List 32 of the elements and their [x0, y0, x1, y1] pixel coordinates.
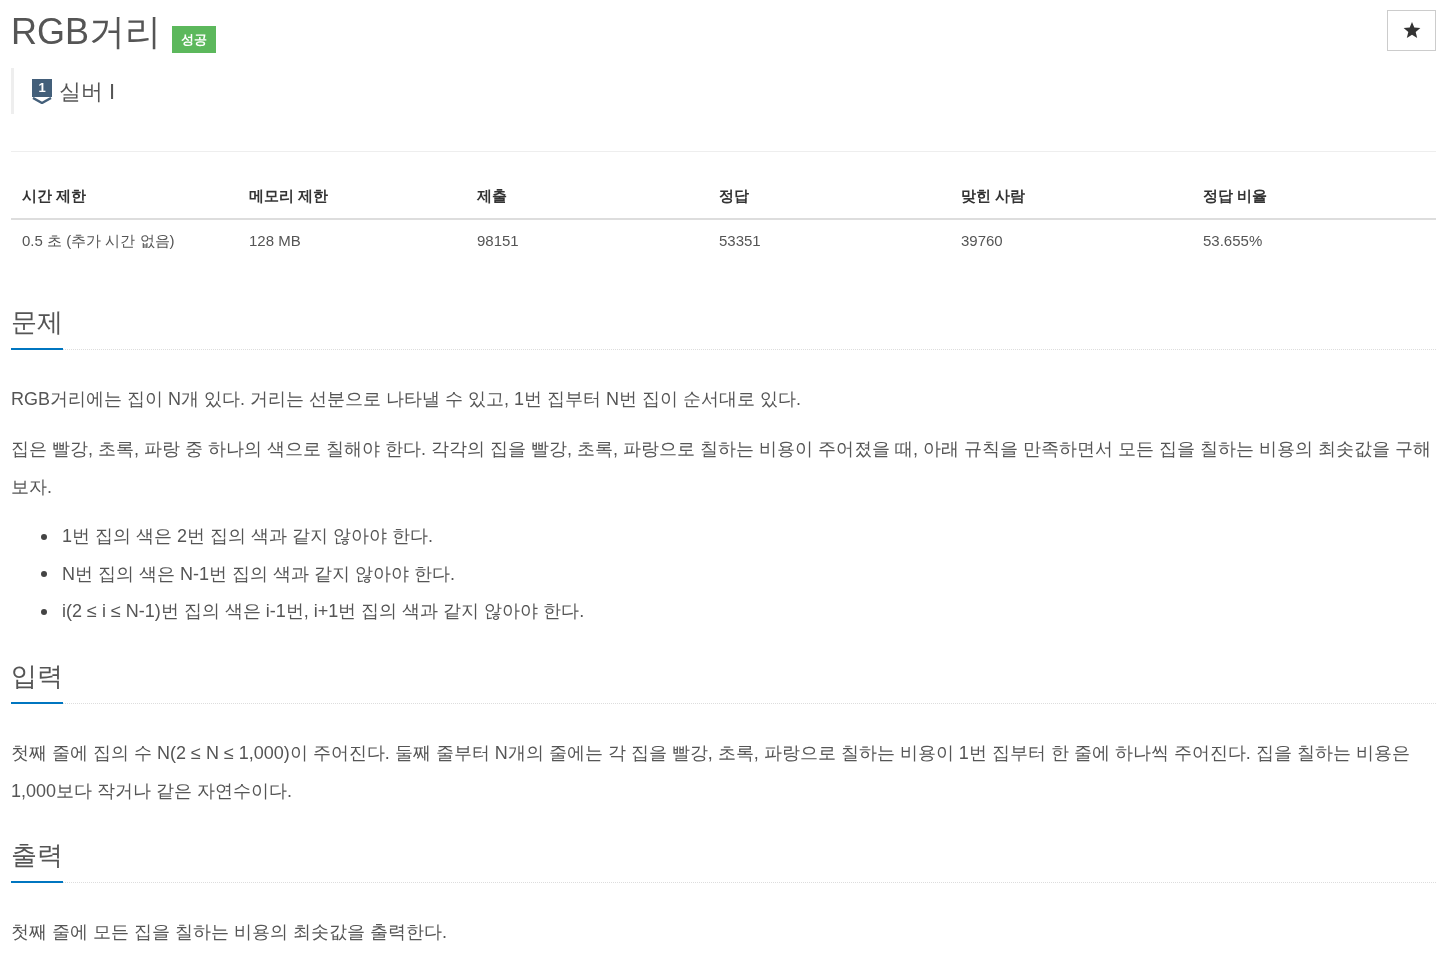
table-cell-text: 53351: [718, 230, 761, 251]
list-item-text: i(2 ≤ i ≤ N-1)번 집의 색은 i-1번, i+1번 집의 색과 같지 않아야 한다.: [62, 600, 585, 624]
paragraph: 첫째 줄에 모든 집을 칠하는 비용의 최솟값을 출력한다.: [11, 920, 448, 944]
tier-number: 1: [32, 78, 52, 97]
column-header: 메모리 제한: [248, 185, 329, 206]
star-button[interactable]: [1387, 10, 1436, 51]
paragraph: RGB거리에는 집이 N개 있다. 거리는 선분으로 나타낼 수 있고, 1번 집부터 N번 집이 순서대로 있다.: [11, 388, 803, 411]
section-heading: 입력: [11, 657, 63, 704]
column-header: 정답: [718, 185, 749, 206]
star-icon: [1402, 22, 1421, 39]
problem-title: RGB거리: [11, 12, 161, 52]
table-cell-text: 128 MB: [248, 230, 301, 251]
bullet-icon: [41, 571, 47, 578]
chevron-icon: [32, 96, 52, 104]
result-badge: 성공: [172, 26, 216, 53]
column-header: 맞힌 사람: [960, 185, 1026, 206]
bullet-icon: [41, 533, 47, 540]
section-heading: 출력: [11, 836, 63, 883]
list-item-text: N번 집의 색은 N-1번 집의 색과 같지 않아야 한다.: [62, 562, 455, 586]
column-header: 정답 비율: [1202, 185, 1268, 206]
column-header: 시간 제한: [21, 185, 87, 206]
column-header: 제출: [476, 185, 507, 206]
paragraph: 첫째 줄에 집의 수 N(2 ≤ N ≤ 1,000)이 주어진다. 둘째 줄부터 N개의 줄에는 각 집을 빨강, 초록, 파랑으로 칠하는 비용이 1번 집부터 한 줄에 하나씩 주어진다. 집을 칠하는 비용은 1,000보다 작거나 같은 자연수이다.: [11, 741, 1411, 803]
bullet-icon: [41, 608, 47, 615]
paragraph: 집은 빨강, 초록, 파랑 중 하나의 색으로 칠해야 한다. 각각의 집을 빨강, 초록, 파랑으로 칠하는 비용이 주어졌을 때, 아래 규칙을 만족하면서 모든 집을 칠하는 비용의 최솟값을 구해보자.: [11, 438, 1433, 499]
list-item-text: 1번 집의 색은 2번 집의 색과 같지 않아야 한다.: [62, 525, 434, 549]
table-cell-text: 98151: [476, 230, 519, 251]
section-heading: 문제: [11, 304, 63, 350]
table-cell-text: 53.655%: [1202, 230, 1263, 251]
tier-label: 실버 I: [59, 77, 116, 106]
table-cell-text: 0.5 초 (추가 시간 없음): [21, 230, 175, 251]
table-cell-text: 39760: [960, 230, 1003, 251]
